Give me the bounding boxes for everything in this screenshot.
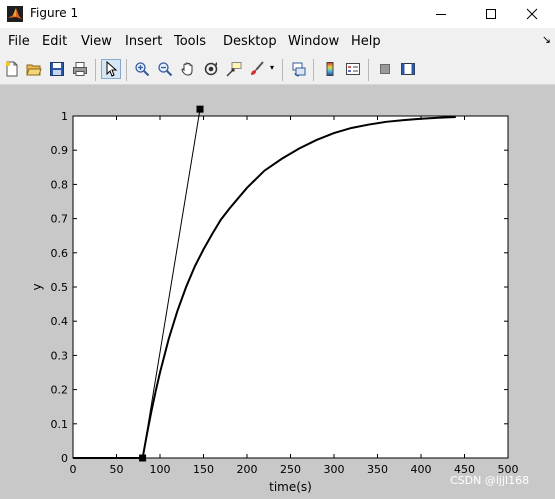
menu-insert[interactable]: Insert bbox=[125, 34, 162, 49]
y-tick-label: 0.4 bbox=[51, 315, 69, 328]
axes-background bbox=[72, 115, 509, 459]
toolbar-separator bbox=[282, 59, 283, 81]
data-cursor-button[interactable] bbox=[224, 59, 244, 79]
save-icon bbox=[50, 62, 64, 76]
x-tick-label: 200 bbox=[237, 463, 258, 476]
figure-canvas[interactable]: 0 50 100 150 200 250 300 350 400 450 500 0 0.1 0.2 0.3… bbox=[0, 86, 555, 499]
insert-legend-button[interactable] bbox=[343, 59, 363, 79]
selection-handle-marker[interactable] bbox=[139, 454, 147, 462]
save-button[interactable] bbox=[47, 59, 67, 79]
new-figure-icon bbox=[5, 61, 18, 77]
y-tick-label: 1 bbox=[61, 110, 68, 123]
y-tick-label: 0.8 bbox=[51, 178, 69, 191]
zoom-out-button[interactable] bbox=[155, 59, 175, 79]
pan-hand-icon bbox=[181, 62, 193, 76]
y-tick-label: 0.7 bbox=[51, 213, 69, 226]
x-tick-label: 250 bbox=[280, 463, 301, 476]
colorbar-icon bbox=[326, 62, 334, 76]
x-tick-label: 0 bbox=[70, 463, 77, 476]
show-plot-tools-button[interactable] bbox=[398, 59, 418, 79]
print-icon bbox=[73, 62, 87, 76]
close-button[interactable] bbox=[509, 0, 555, 28]
dock-arrow-icon[interactable]: ↘ bbox=[542, 33, 551, 46]
x-tick-label: 50 bbox=[110, 463, 124, 476]
toolbar-separator bbox=[313, 59, 314, 81]
legend-icon bbox=[346, 63, 360, 75]
x-tick-label: 350 bbox=[367, 463, 388, 476]
menu-edit[interactable]: Edit bbox=[42, 34, 67, 49]
y-tick-label: 0.1 bbox=[51, 418, 69, 431]
data-cursor-icon bbox=[226, 62, 242, 77]
menu-tools[interactable]: Tools bbox=[174, 34, 206, 49]
x-tick-label: 100 bbox=[150, 463, 171, 476]
menu-help[interactable]: Help bbox=[351, 34, 381, 49]
show-plot-tools-icon bbox=[401, 63, 415, 75]
toolbar-separator bbox=[126, 59, 127, 81]
menu-desktop[interactable]: Desktop bbox=[223, 34, 277, 49]
zoom-out-icon bbox=[158, 62, 173, 77]
menu-view[interactable]: View bbox=[81, 34, 112, 49]
selection-handle-marker[interactable] bbox=[196, 105, 204, 113]
brush-button[interactable] bbox=[247, 59, 267, 79]
pan-button[interactable] bbox=[178, 59, 198, 79]
open-file-icon bbox=[26, 64, 42, 76]
x-tick-label: 400 bbox=[411, 463, 432, 476]
x-tick-label: 150 bbox=[193, 463, 214, 476]
toolbar-separator bbox=[368, 59, 369, 81]
insert-colorbar-button[interactable] bbox=[320, 59, 340, 79]
print-button[interactable] bbox=[70, 59, 90, 79]
line-chart[interactable]: 0 50 100 150 200 250 300 350 400 450 50000.10.20.3… bbox=[0, 86, 555, 499]
y-tick-label: 0.9 bbox=[51, 144, 69, 157]
rotate-3d-button[interactable] bbox=[201, 59, 221, 79]
matlab-logo-icon bbox=[7, 6, 23, 22]
window-title: Figure 1 bbox=[30, 6, 79, 20]
edit-plot-button[interactable] bbox=[101, 59, 121, 79]
brush-dropdown-icon[interactable]: ▾ bbox=[270, 63, 274, 72]
new-figure-button[interactable] bbox=[2, 59, 22, 79]
y-tick-label: 0.5 bbox=[51, 281, 69, 294]
y-tick-label: 0 bbox=[61, 452, 68, 465]
brush-icon bbox=[251, 61, 264, 75]
menu-bar: File Edit View Insert Tools Desktop Wind… bbox=[0, 28, 555, 54]
x-tick-label: 300 bbox=[324, 463, 345, 476]
link-plot-icon bbox=[292, 62, 306, 77]
minimize-icon bbox=[436, 14, 446, 15]
y-axis-label: y bbox=[30, 283, 44, 290]
y-tick-label: 0.2 bbox=[51, 384, 69, 397]
minimize-button[interactable] bbox=[418, 0, 464, 28]
zoom-in-button[interactable] bbox=[132, 59, 152, 79]
y-tick-label: 0.6 bbox=[51, 247, 69, 260]
close-icon bbox=[526, 8, 538, 20]
link-plot-button[interactable] bbox=[289, 59, 309, 79]
menu-window[interactable]: Window bbox=[288, 34, 339, 49]
maximize-icon bbox=[486, 9, 496, 19]
zoom-in-icon bbox=[135, 62, 150, 77]
y-tick-label: 0.3 bbox=[51, 349, 69, 362]
hide-plot-tools-button[interactable] bbox=[375, 59, 395, 79]
toolbar-separator bbox=[95, 59, 96, 81]
watermark-text: CSDN @ljjl168 bbox=[450, 474, 530, 487]
title-bar: Figure 1 bbox=[0, 0, 555, 28]
menu-file[interactable]: File bbox=[8, 34, 30, 49]
figure-toolbar: ▾ bbox=[0, 54, 555, 85]
open-file-button[interactable] bbox=[24, 59, 44, 79]
x-axis-label: time(s) bbox=[269, 480, 312, 494]
maximize-button[interactable] bbox=[468, 0, 514, 28]
hide-plot-tools-icon bbox=[380, 64, 390, 74]
rotate-3d-icon bbox=[204, 62, 218, 76]
edit-plot-arrow-icon bbox=[106, 61, 118, 77]
